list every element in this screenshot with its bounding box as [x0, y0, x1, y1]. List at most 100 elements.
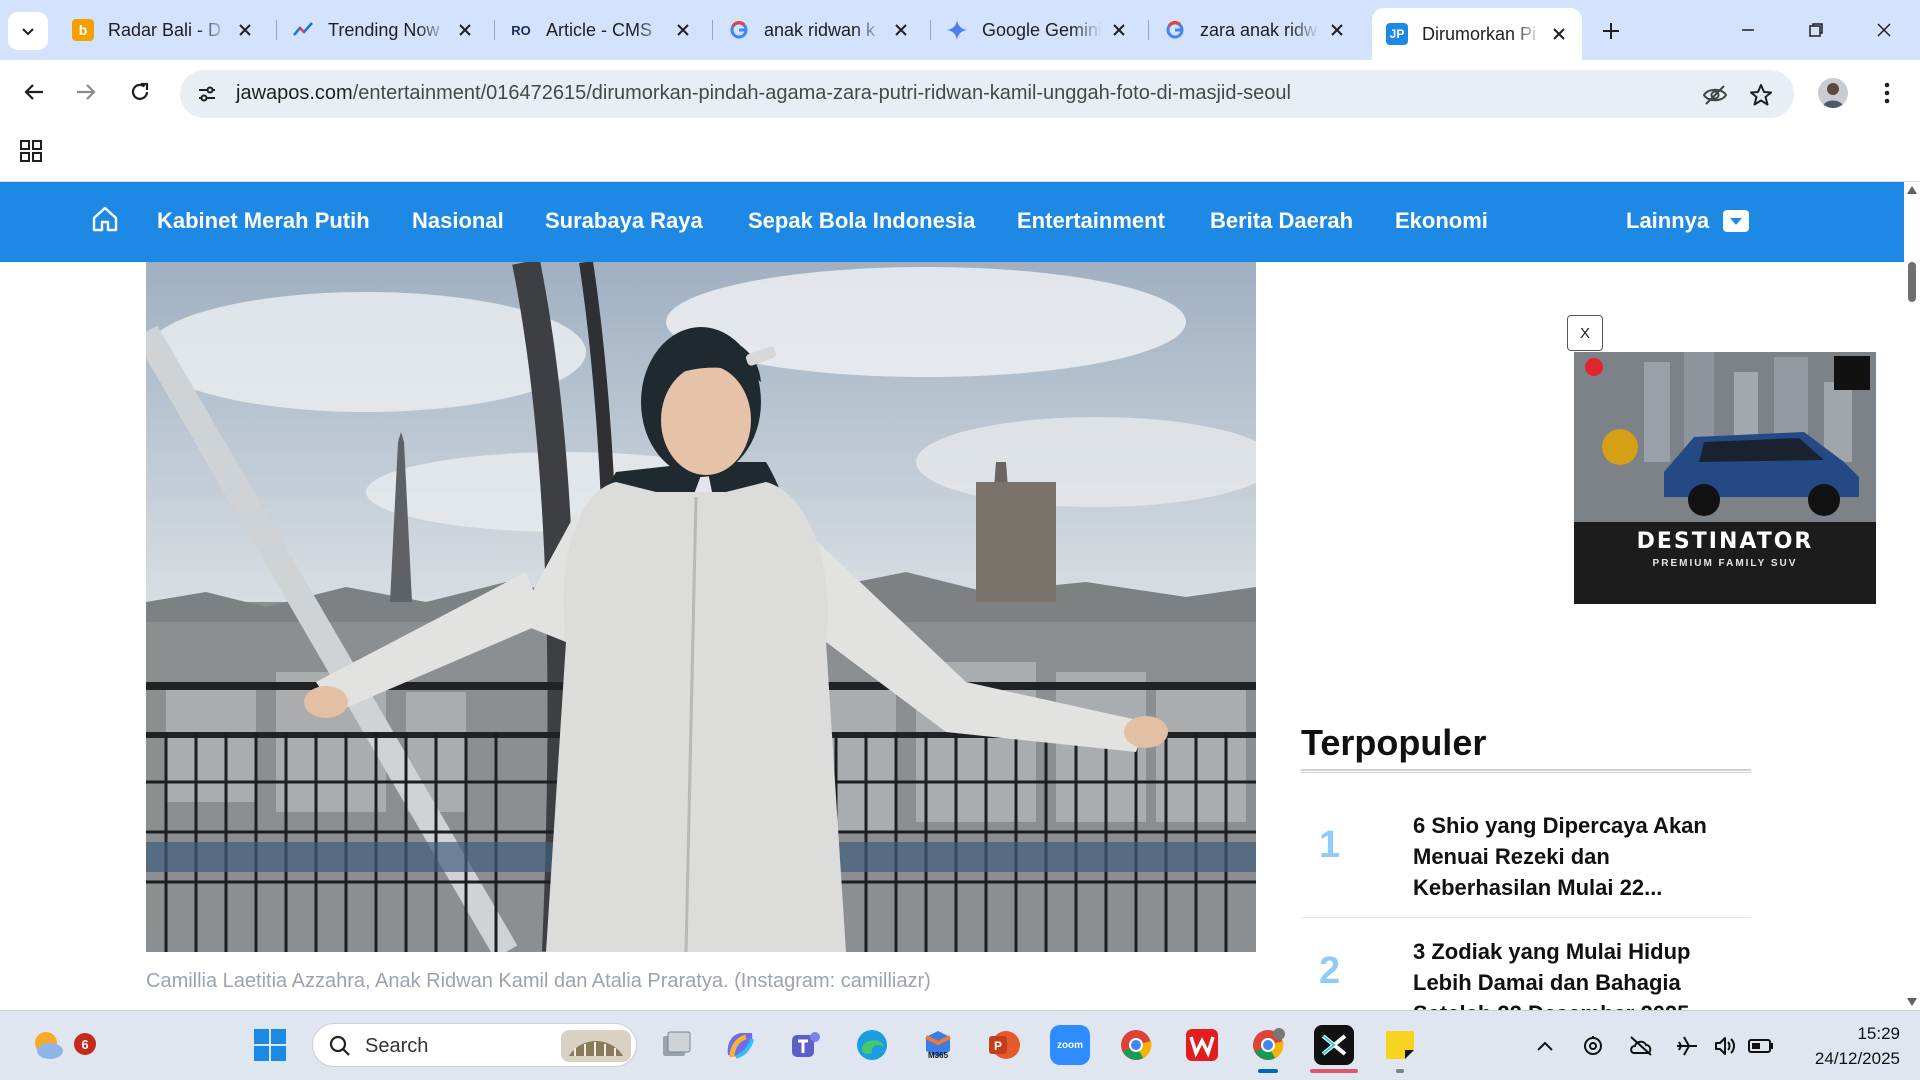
radar-bali-icon: b: [72, 19, 94, 41]
apps-grid-icon[interactable]: [18, 138, 44, 164]
popular-item-1[interactable]: 1 6 Shio yang Dipercaya Akan Menuai Reze…: [1301, 810, 1751, 920]
tab-dirumorkan-active[interactable]: JP Dirumorkan Pi: [1372, 8, 1582, 60]
tab-trending-now[interactable]: Trending Now: [278, 10, 488, 50]
active-app-indicator: [1258, 1069, 1278, 1073]
list-divider: [1301, 917, 1751, 918]
edge-icon[interactable]: [852, 1025, 892, 1065]
svg-text:P: P: [994, 1039, 1002, 1053]
restore-icon: [1809, 23, 1823, 37]
close-tab-icon[interactable]: [1326, 19, 1348, 41]
profile-avatar[interactable]: [1818, 78, 1848, 108]
tab-title: Google Gemini: [982, 19, 1102, 40]
cms-icon: RO: [511, 22, 531, 38]
new-tab-button[interactable]: [1594, 14, 1628, 48]
popular-heading: Terpopuler: [1301, 722, 1487, 763]
url-domain: jawapos.com: [236, 82, 353, 104]
tab-title: anak ridwan k: [764, 19, 876, 40]
chrome-profile-icon[interactable]: [1248, 1025, 1288, 1065]
clock-date: 24/12/2025: [1814, 1049, 1900, 1068]
capcut-icon[interactable]: [1314, 1025, 1354, 1065]
powerpoint-icon[interactable]: P: [984, 1025, 1024, 1065]
nav-kabinet-merah-putih[interactable]: Kabinet Merah Putih: [157, 208, 370, 234]
search-placeholder: Search: [365, 1035, 429, 1057]
close-tab-icon[interactable]: [890, 19, 912, 41]
advertisement-banner[interactable]: DESTINATOR PREMIUM FAMILY SUV: [1574, 352, 1876, 604]
microsoft-365-icon[interactable]: M365: [918, 1025, 958, 1065]
windows-taskbar: 6 Search M365 P zoom 15:29 24/12/2025: [0, 1010, 1920, 1080]
popular-divider: [1301, 769, 1751, 773]
clock-time: 15:29: [1857, 1024, 1900, 1043]
close-tab-icon[interactable]: [672, 19, 694, 41]
forward-button[interactable]: [66, 72, 106, 112]
bookmarks-bar: [0, 126, 1920, 182]
volume-icon[interactable]: [1712, 1033, 1738, 1059]
site-navigation: Kabinet Merah Putih Nasional Surabaya Ra…: [0, 182, 1904, 262]
nav-nasional[interactable]: Nasional: [412, 208, 504, 234]
popular-headline[interactable]: 3 Zodiak yang Mulai Hidup Lebih Damai da…: [1413, 936, 1733, 1010]
page-scrollbar[interactable]: [1904, 182, 1920, 1010]
chevron-up-icon[interactable]: [1532, 1033, 1558, 1059]
close-tab-icon[interactable]: [234, 19, 256, 41]
bookmark-star-icon[interactable]: [1748, 82, 1774, 108]
tab-title: Radar Bali - D: [108, 19, 222, 40]
restore-button[interactable]: [1788, 12, 1844, 48]
teams-icon[interactable]: [786, 1025, 826, 1065]
close-tab-icon[interactable]: [1548, 23, 1570, 45]
close-window-button[interactable]: [1856, 12, 1912, 48]
reload-button[interactable]: [120, 72, 160, 112]
popular-headline[interactable]: 6 Shio yang Dipercaya Akan Menuai Rezeki…: [1413, 810, 1733, 903]
tab-anak-ridwan[interactable]: anak ridwan k: [714, 10, 924, 50]
weather-widget-icon[interactable]: 6: [28, 1025, 96, 1065]
back-button[interactable]: [14, 72, 54, 112]
battery-icon[interactable]: [1748, 1033, 1774, 1059]
address-bar[interactable]: jawapos.com/entertainment/016472615/diru…: [180, 70, 1794, 118]
scroll-up-arrow-icon[interactable]: [1907, 186, 1917, 194]
location-icon[interactable]: [1580, 1033, 1606, 1059]
nav-sepak-bola-indonesia[interactable]: Sepak Bola Indonesia: [748, 208, 975, 234]
tab-zara-anak[interactable]: zara anak ridw: [1150, 10, 1360, 50]
tab-article-cms[interactable]: RO Article - CMS: [496, 10, 706, 50]
trending-icon: [292, 19, 314, 41]
nav-ekonomi[interactable]: Ekonomi: [1395, 208, 1488, 234]
nav-berita-daerah[interactable]: Berita Daerah: [1210, 208, 1353, 234]
airplane-mode-icon[interactable]: [1674, 1033, 1700, 1059]
tab-google-gemini[interactable]: Google Gemini: [932, 10, 1142, 50]
minimize-button[interactable]: [1720, 12, 1776, 48]
page-content: Camillia Laetitia Azzahra, Anak Ridwan K…: [0, 262, 1904, 1010]
url-path: /entertainment/016472615/dirumorkan-pind…: [352, 82, 1291, 104]
close-tab-icon[interactable]: [454, 19, 476, 41]
image-caption: Camillia Laetitia Azzahra, Anak Ridwan K…: [146, 970, 931, 992]
site-info-icon[interactable]: [194, 81, 220, 107]
popular-item-2[interactable]: 2 3 Zodiak yang Mulai Hidup Lebih Damai …: [1301, 936, 1751, 1010]
headline-line: 6 Shio yang Dipercaya Akan: [1413, 813, 1707, 838]
browser-toolbar: jawapos.com/entertainment/016472615/diru…: [0, 60, 1920, 126]
home-icon[interactable]: [90, 204, 122, 236]
windows-start-icon[interactable]: [250, 1025, 290, 1065]
ad-close-button[interactable]: X: [1567, 315, 1603, 351]
scroll-down-arrow-icon[interactable]: [1907, 998, 1917, 1006]
taskbar-clock[interactable]: 15:29 24/12/2025: [1790, 1021, 1900, 1071]
zoom-icon[interactable]: zoom: [1050, 1025, 1090, 1065]
tab-radar-bali[interactable]: b Radar Bali - D: [58, 10, 268, 50]
onedrive-offline-icon[interactable]: [1628, 1033, 1654, 1059]
ad-brand-text: DESTINATOR: [1636, 529, 1814, 554]
notification-badge: 6: [74, 1033, 96, 1055]
nav-surabaya-raya[interactable]: Surabaya Raya: [545, 208, 703, 234]
running-app-indicator: [1396, 1069, 1404, 1073]
chrome-icon[interactable]: [1116, 1025, 1156, 1065]
wps-office-icon[interactable]: [1182, 1025, 1222, 1065]
reload-icon: [131, 82, 149, 100]
copilot-icon[interactable]: [720, 1025, 760, 1065]
nav-entertainment[interactable]: Entertainment: [1017, 208, 1165, 234]
eye-off-icon[interactable]: [1702, 82, 1728, 108]
tab-search-button[interactable]: [8, 12, 48, 50]
scroll-thumb[interactable]: [1908, 262, 1916, 302]
browser-menu-button[interactable]: [1872, 76, 1902, 110]
sticky-notes-icon[interactable]: [1380, 1025, 1420, 1065]
taskbar-search-box[interactable]: Search: [312, 1023, 637, 1067]
nav-more-dropdown[interactable]: Lainnya: [1626, 208, 1750, 234]
url-text[interactable]: jawapos.com/entertainment/016472615/diru…: [236, 82, 1291, 105]
close-tab-icon[interactable]: [1108, 19, 1130, 41]
task-view-icon[interactable]: [656, 1025, 696, 1065]
more-vertical-icon: [1884, 82, 1890, 104]
